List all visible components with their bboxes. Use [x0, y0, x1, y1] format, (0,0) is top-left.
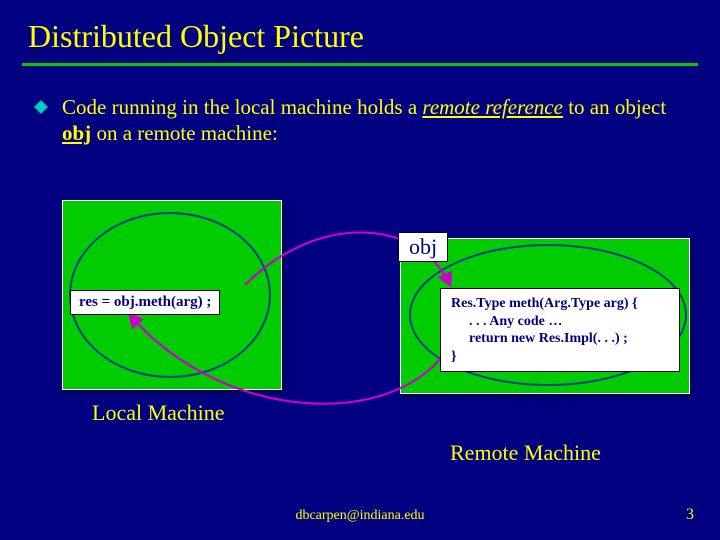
local-code-snippet: res = obj.meth(arg) ; [70, 290, 220, 315]
diamond-bullet-icon [34, 100, 48, 119]
page-number: 3 [686, 506, 694, 524]
remote-code-snippet: Res.Type meth(Arg.Type arg) { . . . Any … [440, 288, 680, 372]
bullet-item: Code running in the local machine holds … [0, 66, 720, 147]
remote-code-line-4: } [451, 349, 457, 364]
slide-title: Distributed Object Picture [0, 0, 720, 63]
remote-code-line-1: Res.Type meth(Arg.Type arg) { [451, 296, 638, 311]
obj-label: obj [398, 232, 448, 262]
remote-code-line-2: . . . Any code … [451, 313, 669, 331]
bullet-text: Code running in the local machine holds … [62, 94, 680, 147]
bullet-italic-term: remote reference [422, 95, 563, 119]
bullet-bold-term: obj [62, 121, 91, 145]
bullet-text-pre: Code running in the local machine holds … [62, 95, 422, 119]
remote-code-line-3: return new Res.Impl(. . .) ; [451, 330, 669, 348]
bullet-text-post: on a remote machine: [91, 121, 278, 145]
local-machine-label: Local Machine [92, 400, 225, 426]
remote-machine-label: Remote Machine [450, 440, 601, 466]
bullet-text-mid: to an object [563, 95, 666, 119]
footer-email: dbcarpen@indiana.edu [0, 508, 720, 524]
